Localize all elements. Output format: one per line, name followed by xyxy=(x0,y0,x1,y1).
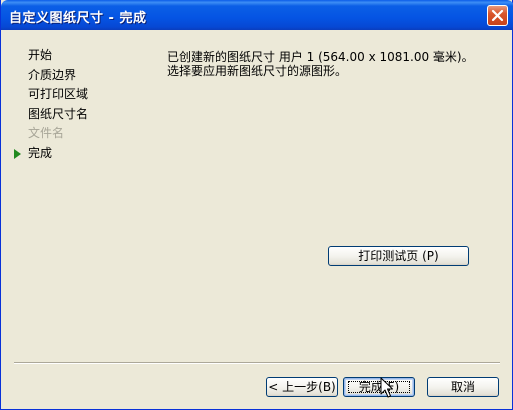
step-label: 完成 xyxy=(28,145,53,160)
step-label: 可打印区域 xyxy=(28,87,89,101)
title-bar[interactable]: 自定义图纸尺寸 - 完成 xyxy=(1,0,513,30)
step-label: 介质边界 xyxy=(28,67,77,82)
step-label: 开始 xyxy=(28,48,53,62)
close-icon xyxy=(491,9,504,22)
print-test-page-label: 打印测试页 (P) xyxy=(358,249,439,263)
message-line-2: 选择要应用新图纸尺寸的源图形。 xyxy=(167,64,348,78)
print-test-page-button[interactable]: 打印测试页 (P) xyxy=(328,246,469,266)
step-media-bounds: 介质边界 xyxy=(14,66,144,86)
step-paper-size-name: 图纸尺寸名 xyxy=(14,105,144,125)
step-file-name: 文件名 xyxy=(14,124,144,144)
step-label: 文件名 xyxy=(28,126,65,140)
message-line-1: 已创建新的图纸尺寸 用户 1 (564.00 x 1081.00 毫米)。 xyxy=(167,50,474,64)
dialog-window: 自定义图纸尺寸 - 完成 开始 介质边界 可打印区域 图纸尺寸名 文件名 完成 xyxy=(0,0,513,410)
finish-button[interactable]: 完成(F) xyxy=(343,377,415,397)
step-finish: 完成 xyxy=(14,144,144,164)
step-printable-area: 可打印区域 xyxy=(14,85,144,105)
completion-message: 已创建新的图纸尺寸 用户 1 (564.00 x 1081.00 毫米)。 选择… xyxy=(167,50,507,78)
back-button[interactable]: < 上一步(B) xyxy=(266,377,338,397)
cancel-button[interactable]: 取消 xyxy=(427,377,499,397)
step-label: 图纸尺寸名 xyxy=(28,106,89,121)
finish-button-label: 完成(F) xyxy=(358,380,400,394)
window-title: 自定义图纸尺寸 - 完成 xyxy=(9,11,147,26)
back-button-label: < 上一步(B) xyxy=(268,380,336,394)
cancel-button-label: 取消 xyxy=(450,380,475,394)
mouse-pointer-icon xyxy=(380,377,393,398)
step-start: 开始 xyxy=(14,46,144,66)
footer-divider xyxy=(14,362,500,364)
close-button[interactable] xyxy=(487,5,508,26)
current-step-arrow-icon xyxy=(14,148,21,159)
wizard-steps: 开始 介质边界 可打印区域 图纸尺寸名 文件名 完成 xyxy=(14,46,144,163)
